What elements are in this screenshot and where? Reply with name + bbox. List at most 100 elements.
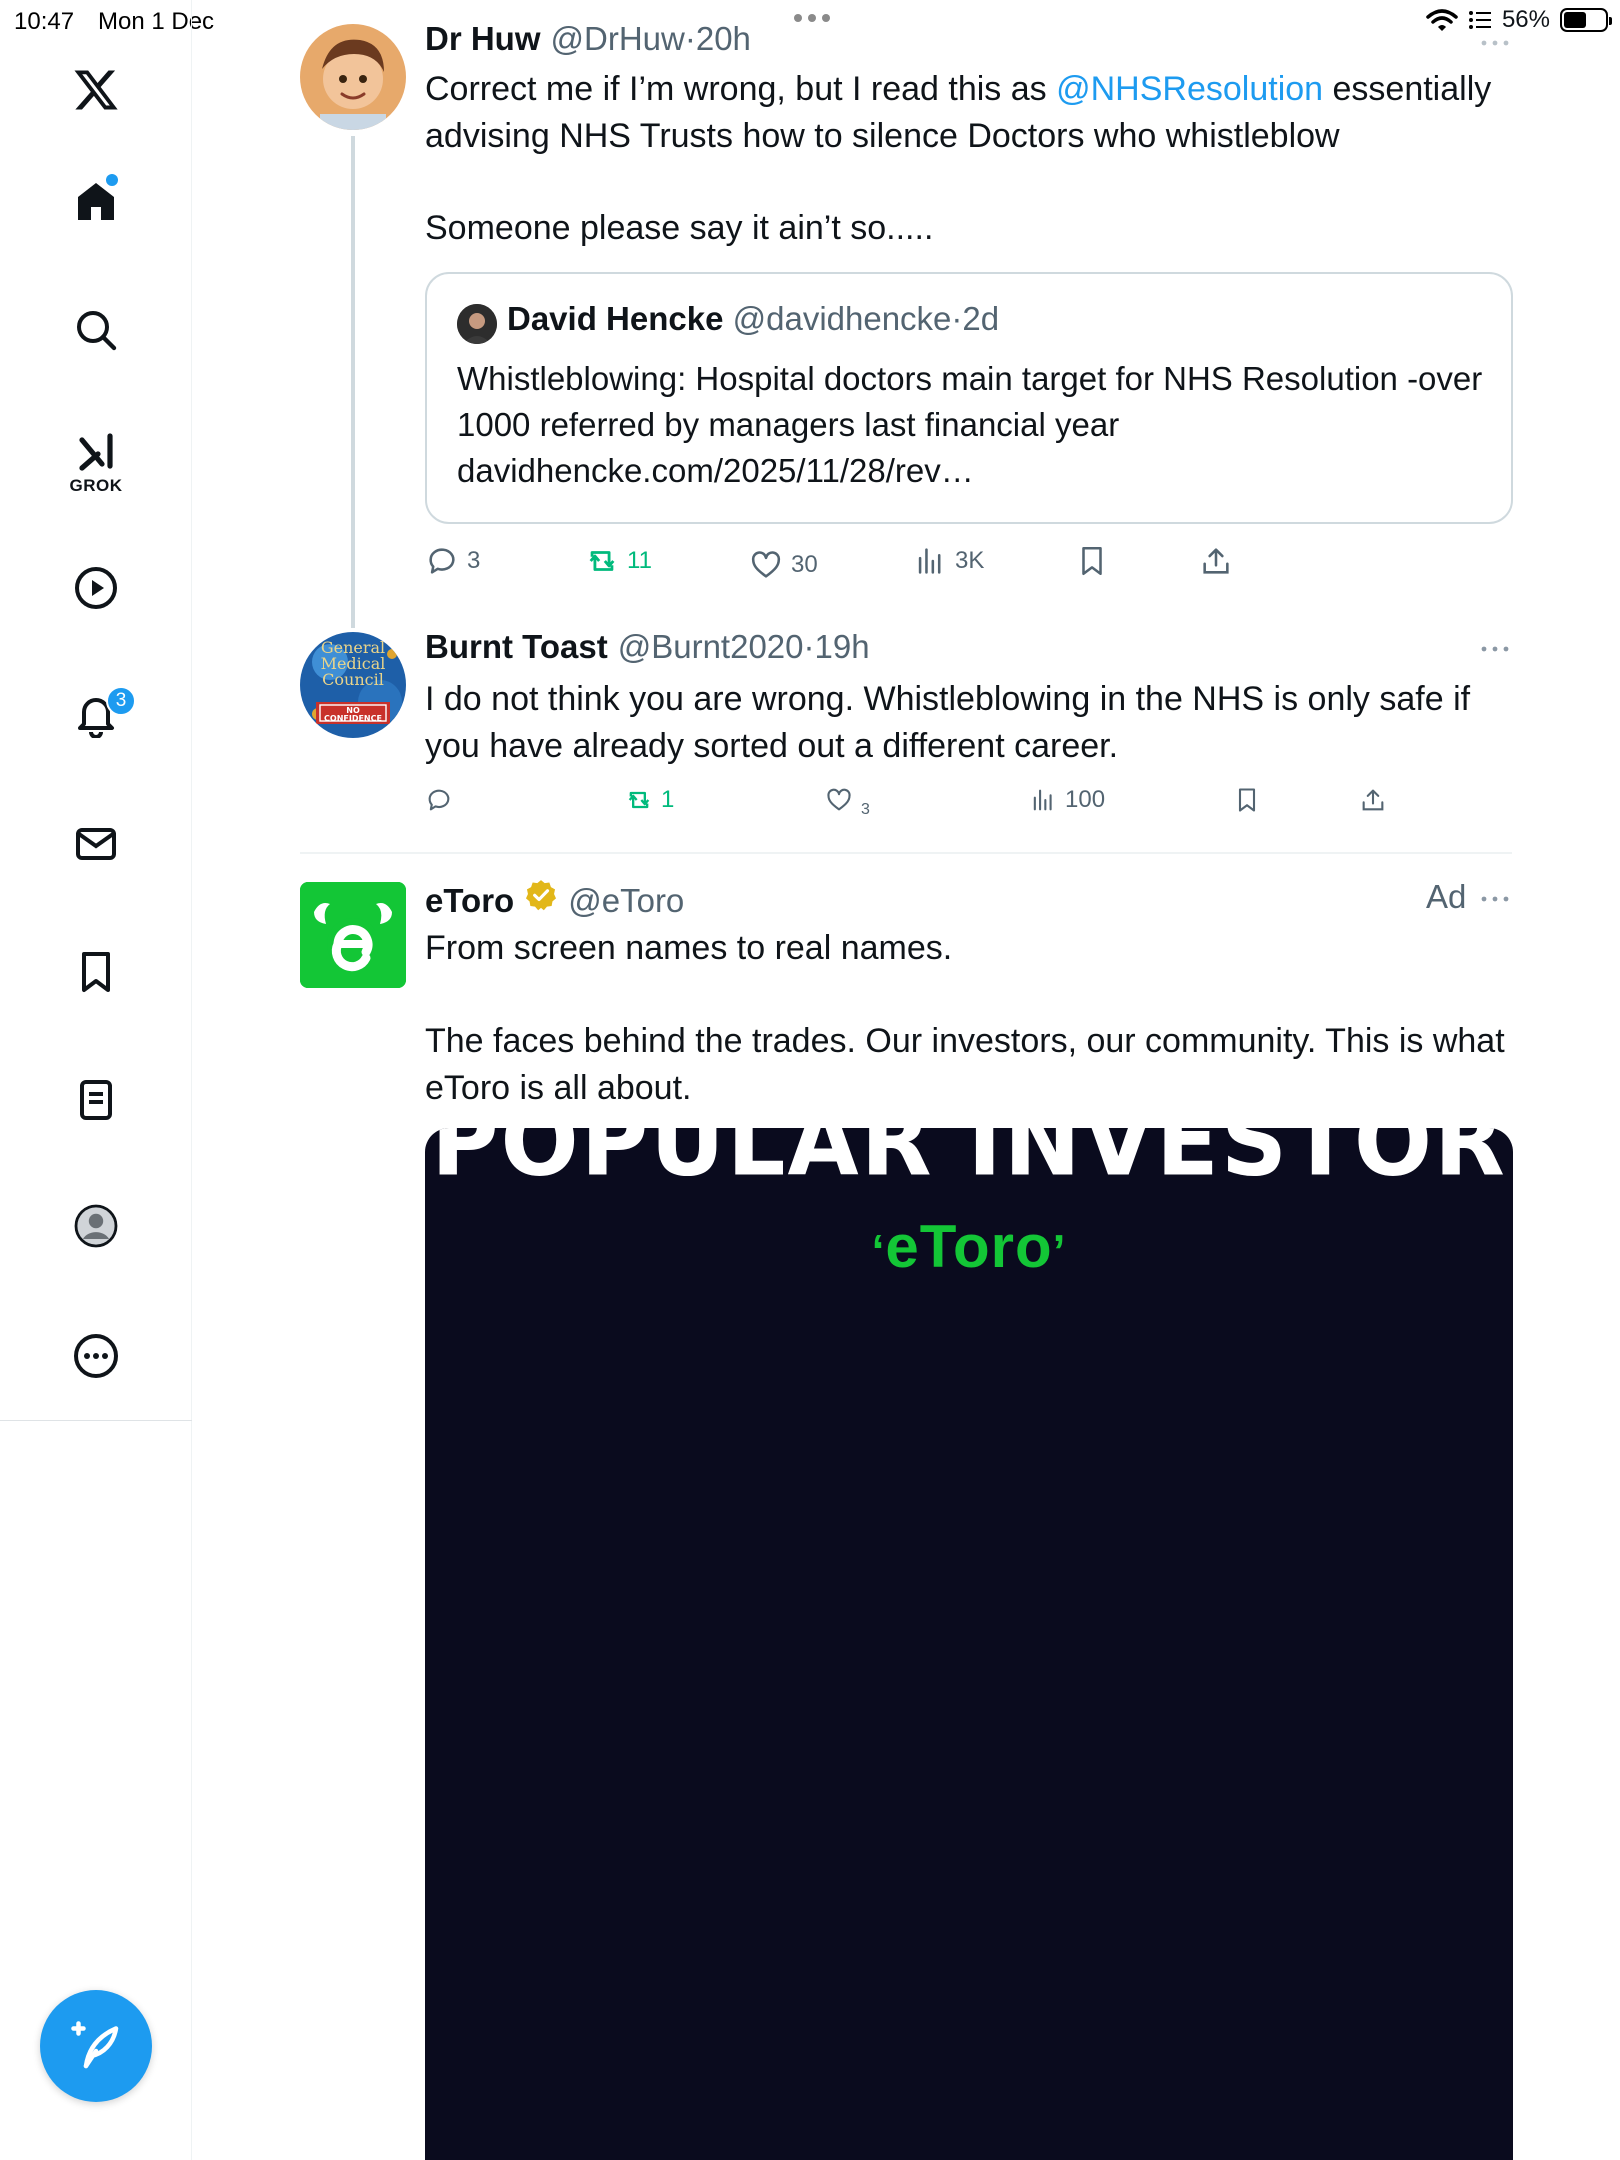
dot-separator: · <box>684 20 696 57</box>
mention-link[interactable]: @NHSResolution <box>1056 70 1323 108</box>
avatar-etoro[interactable] <box>300 882 406 988</box>
share-button[interactable] <box>1359 786 1387 814</box>
tweet-text: I do not think you are wrong. Whistleblo… <box>425 680 1471 765</box>
verified-badge-icon <box>526 880 557 911</box>
reply-count: 3 <box>467 547 481 574</box>
author-handle[interactable]: @eToro <box>568 882 684 920</box>
reply-icon <box>429 548 455 574</box>
multitasking-dots-icon[interactable] <box>790 8 834 28</box>
like-button[interactable]: 3 <box>825 786 870 818</box>
quoted-header: David Hencke @davidhencke·2d <box>507 300 999 338</box>
tweet-text-line1: From screen names to real names. <box>425 929 953 967</box>
messages-envelope-icon[interactable] <box>66 814 126 874</box>
repost-button[interactable]: 1 <box>625 786 674 814</box>
reply-button[interactable]: 3 <box>425 544 480 578</box>
bookmark-icon <box>1238 788 1256 812</box>
reply-button[interactable] <box>425 786 461 814</box>
tweet-divider <box>300 852 1512 854</box>
avatar-burnttoast[interactable]: General Medical Council NO CONFIDENCE <box>300 632 406 738</box>
views-chart-icon <box>1033 789 1052 811</box>
tweet-text: From screen names to real names. The fac… <box>425 925 1513 1112</box>
media-brand-text: eToro <box>885 1213 1053 1280</box>
share-button[interactable] <box>1199 544 1233 578</box>
video-play-icon[interactable] <box>66 558 126 618</box>
author-name[interactable]: Dr Huw <box>425 20 541 58</box>
x-logo-icon[interactable] <box>66 60 126 120</box>
bookmark-icon <box>1082 546 1102 576</box>
like-count: 3 <box>861 801 870 818</box>
home-unread-dot <box>106 174 118 186</box>
tweet-actions: 1 3 100 <box>425 786 1513 826</box>
repost-icon <box>589 551 615 571</box>
views-button[interactable]: 100 <box>1029 786 1105 814</box>
more-icon[interactable] <box>1480 894 1510 904</box>
ad-label: Ad <box>1426 878 1467 915</box>
views-count: 3K <box>955 547 985 574</box>
author-name[interactable]: eToro <box>425 882 514 920</box>
views-count: 100 <box>1065 786 1106 813</box>
heart-icon <box>751 551 781 578</box>
tweet-text-line2: Someone please say it ain’t so..... <box>425 209 934 247</box>
quoted-text: Whistleblowing: Hospital doctors main ta… <box>457 360 1483 489</box>
dot-separator: · <box>951 300 963 337</box>
views-chart-icon <box>918 548 941 574</box>
media-headline: POPULAR INVESTOR <box>431 1128 1507 1198</box>
avatar-text: General Medical Council <box>320 638 386 689</box>
repost-icon <box>628 791 650 809</box>
more-icon[interactable] <box>1480 644 1510 654</box>
dot-separator: · <box>803 628 815 665</box>
thread-connector <box>351 136 355 628</box>
quoted-time: 2d <box>962 300 1000 337</box>
quoted-author-name: David Hencke <box>507 300 724 337</box>
avatar-badge: NO CONFIDENCE <box>324 706 382 723</box>
share-icon <box>1362 789 1384 811</box>
lists-icon[interactable] <box>66 1070 126 1130</box>
profile-avatar-icon[interactable] <box>66 1196 126 1256</box>
tweet-text-line2: The faces behind the trades. Our investo… <box>425 1022 1505 1107</box>
tweet-text: Correct me if I’m wrong, but I read this… <box>425 66 1513 252</box>
quoted-author-avatar <box>457 304 497 344</box>
repost-count: 11 <box>627 547 652 574</box>
tweet-actions: 3 11 30 3K <box>425 544 1513 584</box>
quoted-author-handle: @davidhencke <box>732 300 952 337</box>
wifi-icon <box>1426 9 1458 31</box>
like-count: 30 <box>791 551 818 578</box>
compose-feather-icon <box>71 2021 119 2069</box>
compose-post-button[interactable] <box>40 1990 152 2102</box>
ad-video-media[interactable]: POPULAR INVESTOR ‘eToro’ <box>425 1128 1513 2160</box>
author-name[interactable]: Burnt Toast <box>425 628 608 666</box>
battery-icon <box>1560 8 1612 32</box>
battery-percent: 56% <box>1501 6 1550 33</box>
share-icon <box>1203 548 1229 574</box>
sidebar: GROK 3 <box>0 0 192 2160</box>
avatar-drhuw[interactable] <box>300 24 406 130</box>
status-bar: 10:47 Mon 1 Dec 56% <box>0 0 1620 40</box>
bookmark-button[interactable] <box>1075 544 1109 578</box>
etoro-logo-icon <box>300 882 406 988</box>
media-brand-logo: ‘eToro’ <box>871 1213 1067 1280</box>
post-time[interactable]: 20h <box>696 20 751 57</box>
heart-icon <box>827 788 851 811</box>
tweet-header: eToro @eToro <box>425 878 684 920</box>
more-icon[interactable] <box>1480 38 1510 48</box>
tweet-text-part: Correct me if I’m wrong, but I read this… <box>425 70 1057 108</box>
search-icon[interactable] <box>66 300 126 360</box>
tweet-header: Dr Huw @DrHuw·20h <box>425 20 751 58</box>
grok-label: GROK <box>69 476 123 495</box>
post-time[interactable]: 19h <box>815 628 870 665</box>
grok-icon[interactable] <box>66 424 126 484</box>
author-handle[interactable]: @Burnt2020 <box>618 628 804 665</box>
repost-button[interactable]: 11 <box>585 544 652 578</box>
bookmark-button[interactable] <box>1233 786 1261 814</box>
more-options-icon[interactable] <box>66 1326 126 1386</box>
repost-count: 1 <box>661 786 675 813</box>
author-handle[interactable]: @DrHuw <box>551 20 685 57</box>
views-button[interactable]: 3K <box>913 544 984 578</box>
tweet-header: Burnt Toast @Burnt2020·19h <box>425 628 870 666</box>
notifications-badge: 3 <box>106 686 136 716</box>
bookmarks-icon[interactable] <box>66 942 126 1002</box>
focus-list-icon <box>1468 11 1491 29</box>
quoted-tweet[interactable]: David Hencke @davidhencke·2d Whistleblow… <box>425 272 1513 524</box>
reply-icon <box>428 789 450 811</box>
like-button[interactable]: 30 <box>749 548 818 582</box>
